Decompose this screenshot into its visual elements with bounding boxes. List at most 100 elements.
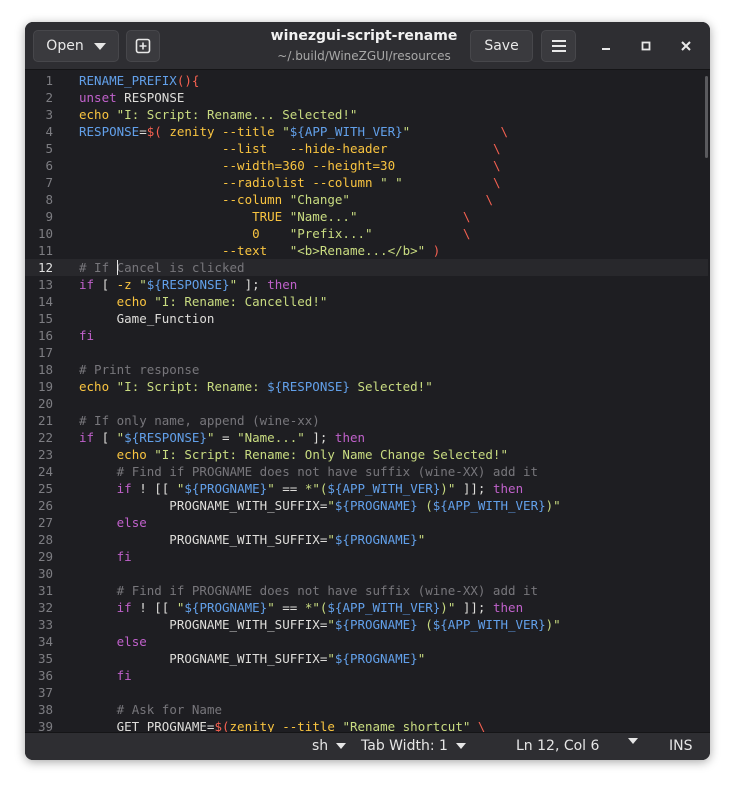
line-number: 17	[37, 345, 53, 360]
code-token: ! [[	[131, 481, 177, 496]
code-token: then	[493, 481, 524, 496]
line-number: 34	[37, 634, 53, 649]
code-token: # If Cancel is clicked	[79, 260, 245, 275]
line-number: 37	[37, 685, 53, 700]
cursor-position-button[interactable]: Ln 12, Col 6	[516, 738, 599, 754]
code-line[interactable]: --radiolist --column " " \	[79, 174, 710, 191]
code-line[interactable]: if ! [[ "${PROGNAME}" == *"(${APP_WITH_V…	[79, 480, 710, 497]
code-token: "	[327, 532, 335, 547]
code-token: else	[116, 634, 147, 649]
open-button-label: Open	[46, 38, 84, 54]
code-line[interactable]: if [ -z "${RESPONSE}" ]; then	[79, 276, 710, 293]
language-selector[interactable]: sh	[312, 738, 347, 754]
code-line[interactable]	[79, 684, 710, 701]
code-line[interactable]: # Find if PROGNAME does not have suffix …	[79, 463, 710, 480]
close-button[interactable]	[676, 36, 696, 56]
code-line[interactable]: --text "<b>Rename...</b>" )	[79, 242, 710, 259]
maximize-icon	[641, 41, 651, 51]
code-line[interactable]: RENAME_PREFIX(){	[79, 72, 710, 89]
vertical-scrollbar[interactable]	[705, 76, 708, 158]
code-token: "I: Rename: Cancelled!"	[154, 294, 328, 309]
code-line[interactable]	[79, 344, 710, 361]
code-token: \	[485, 192, 493, 207]
code-line[interactable]: PROGNAME_WITH_SUFFIX="${PROGNAME} (${APP…	[79, 497, 710, 514]
code-token: ${RESPONSE}	[124, 430, 207, 445]
code-line[interactable]: echo "I: Script: Rename: ${RESPONSE} Sel…	[79, 378, 710, 395]
code-token: fi	[116, 549, 132, 564]
window-subtitle: ~/.build/WineZGUI/resources	[277, 49, 451, 63]
code-token: if	[116, 481, 132, 496]
code-token: (	[417, 498, 433, 513]
code-token: "	[327, 651, 335, 666]
code-line[interactable]: echo "I: Rename: Cancelled!"	[79, 293, 710, 310]
maximize-button[interactable]	[636, 36, 656, 56]
code-line[interactable]: fi	[79, 327, 710, 344]
code-line[interactable]: # Find if PROGNAME does not have suffix …	[79, 582, 710, 599]
code-line[interactable]: --column "Change" \	[79, 191, 710, 208]
main-menu-button[interactable]	[541, 30, 576, 62]
code-line[interactable]: # Print response	[79, 361, 710, 378]
code-token: PROGNAME_WITH_SUFFIX=	[79, 651, 328, 666]
code-line[interactable]: # Ask for Name	[79, 701, 710, 718]
code-line[interactable]: fi	[79, 667, 710, 684]
code-line[interactable]: fi	[79, 548, 710, 565]
position-menu-button[interactable]	[628, 738, 638, 744]
code-line[interactable]: # If Cancel is clicked	[79, 259, 710, 276]
code-line[interactable]: PROGNAME_WITH_SUFFIX="${PROGNAME} (${APP…	[79, 616, 710, 633]
new-tab-button[interactable]	[126, 30, 160, 62]
chevron-down-icon	[455, 743, 466, 749]
code-line[interactable]: --list --hide-header \	[79, 140, 710, 157]
code-token: RENAME_PREFIX	[79, 73, 177, 88]
code-line[interactable]: else	[79, 514, 710, 531]
code-line[interactable]: if [ "${RESPONSE}" = "Name..." ]; then	[79, 429, 710, 446]
code-token: PROGNAME_WITH_SUFFIX=	[79, 617, 328, 632]
minimize-button[interactable]	[596, 36, 616, 56]
code-line[interactable]: 0 "Prefix..." \	[79, 225, 710, 242]
line-number: 2	[45, 90, 53, 105]
line-number: 18	[37, 362, 53, 377]
code-line[interactable]	[79, 395, 710, 412]
code-line[interactable]: echo "I: Script: Rename: Only Name Chang…	[79, 446, 710, 463]
code-line[interactable]: PROGNAME_WITH_SUFFIX="${PROGNAME}"	[79, 531, 710, 548]
code-token: --column	[312, 175, 373, 190]
code-line[interactable]: else	[79, 633, 710, 650]
code-line[interactable]: --width=360 --height=30 \	[79, 157, 710, 174]
code-token: )"	[545, 617, 561, 632]
code-token: TRUE	[252, 209, 283, 224]
save-button[interactable]: Save	[470, 30, 533, 62]
code-token: 0	[252, 226, 260, 241]
code-line[interactable]	[79, 565, 710, 582]
code-token: if	[79, 277, 95, 292]
code-line[interactable]: TRUE "Name..." \	[79, 208, 710, 225]
code-token: zenity	[229, 719, 275, 732]
tab-width-selector[interactable]: Tab Width: 1	[361, 738, 466, 754]
code-token: zenity	[169, 124, 215, 139]
code-line[interactable]: PROGNAME_WITH_SUFFIX="${PROGNAME}"	[79, 650, 710, 667]
code-line[interactable]: GET_PROGNAME=$(zenity --title "Rename sh…	[79, 718, 710, 732]
code-line[interactable]: Game_Function	[79, 310, 710, 327]
code-token: \	[462, 209, 471, 224]
code-line[interactable]: # If only name, append (wine-xx)	[79, 412, 710, 429]
text-editor-area[interactable]: 1 2 3 4 5 6 7 8 9 10 11 12 13 14 15 16 17 18 19 20 21 22 23 24 2…	[25, 70, 710, 732]
code-line[interactable]: RESPONSE=$( zenity --title "${APP_WITH_V…	[79, 123, 710, 140]
open-button[interactable]: Open	[33, 30, 119, 62]
code-token: --radiolist	[222, 175, 305, 190]
code-line[interactable]: unset RESPONSE	[79, 89, 710, 106]
line-number: 38	[37, 702, 53, 717]
code-line[interactable]: echo "I: Script: Rename... Selected!"	[79, 106, 710, 123]
code-line[interactable]: if ! [[ "${PROGNAME}" == *"(${APP_WITH_V…	[79, 599, 710, 616]
code-token: "	[206, 430, 215, 445]
code-token: --title	[282, 719, 335, 732]
code-token: ${APP_WITH_VER}	[327, 600, 441, 615]
line-number: 36	[37, 668, 53, 683]
code-token: " "	[380, 175, 403, 190]
